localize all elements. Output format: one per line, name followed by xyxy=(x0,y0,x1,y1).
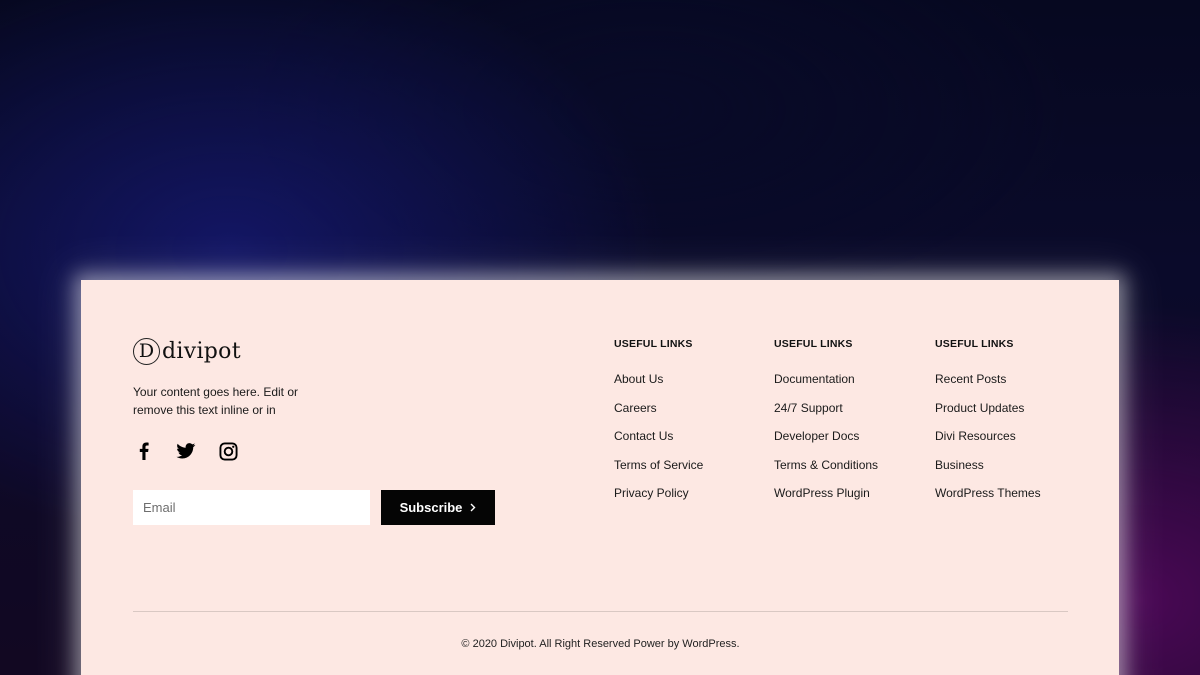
useful-links-column-3: USEFUL LINKS Recent Posts Product Update… xyxy=(935,338,1085,515)
footer-link-recent-posts[interactable]: Recent Posts xyxy=(935,372,1085,401)
useful-links-column-1: USEFUL LINKS About Us Careers Contact Us… xyxy=(614,338,764,515)
footer: D divipot Your content goes here. Edit o… xyxy=(81,280,1119,675)
facebook-icon[interactable] xyxy=(133,440,155,462)
brand-description: Your content goes here. Edit or remove t… xyxy=(133,385,298,417)
chevron-right-icon xyxy=(470,503,476,512)
instagram-icon[interactable] xyxy=(217,440,239,462)
twitter-icon[interactable] xyxy=(175,440,197,462)
footer-link-contact-us[interactable]: Contact Us xyxy=(614,429,764,458)
useful-links-column-2: USEFUL LINKS Documentation 24/7 Support … xyxy=(774,338,924,515)
footer-link-wordpress-plugin[interactable]: WordPress Plugin xyxy=(774,486,924,515)
footer-link-careers[interactable]: Careers xyxy=(614,401,764,430)
footer-link-terms-conditions[interactable]: Terms & Conditions xyxy=(774,458,924,487)
footer-divider xyxy=(133,611,1068,612)
column-heading: USEFUL LINKS xyxy=(774,338,853,350)
subscribe-button-label: Subscribe xyxy=(399,500,463,515)
copyright-text: © 2020 Divipot. All Right Reserved Power… xyxy=(461,638,740,650)
footer-link-divi-resources[interactable]: Divi Resources xyxy=(935,429,1085,458)
brand-logo[interactable]: D divipot xyxy=(133,338,241,365)
footer-link-developer-docs[interactable]: Developer Docs xyxy=(774,429,924,458)
footer-link-terms-of-service[interactable]: Terms of Service xyxy=(614,458,764,487)
footer-link-wordpress-themes[interactable]: WordPress Themes xyxy=(935,486,1085,515)
footer-link-product-updates[interactable]: Product Updates xyxy=(935,401,1085,430)
email-input[interactable] xyxy=(133,490,370,525)
footer-link-support[interactable]: 24/7 Support xyxy=(774,401,924,430)
social-links xyxy=(133,440,239,462)
logo-mark: D xyxy=(133,338,160,365)
subscribe-button[interactable]: Subscribe xyxy=(381,490,495,525)
logo-text: divipot xyxy=(162,338,241,364)
column-heading: USEFUL LINKS xyxy=(614,338,693,350)
subscribe-form: Subscribe xyxy=(133,490,495,525)
footer-link-privacy-policy[interactable]: Privacy Policy xyxy=(614,486,764,515)
footer-link-documentation[interactable]: Documentation xyxy=(774,372,924,401)
footer-link-business[interactable]: Business xyxy=(935,458,1085,487)
footer-link-about-us[interactable]: About Us xyxy=(614,372,764,401)
column-heading: USEFUL LINKS xyxy=(935,338,1014,350)
